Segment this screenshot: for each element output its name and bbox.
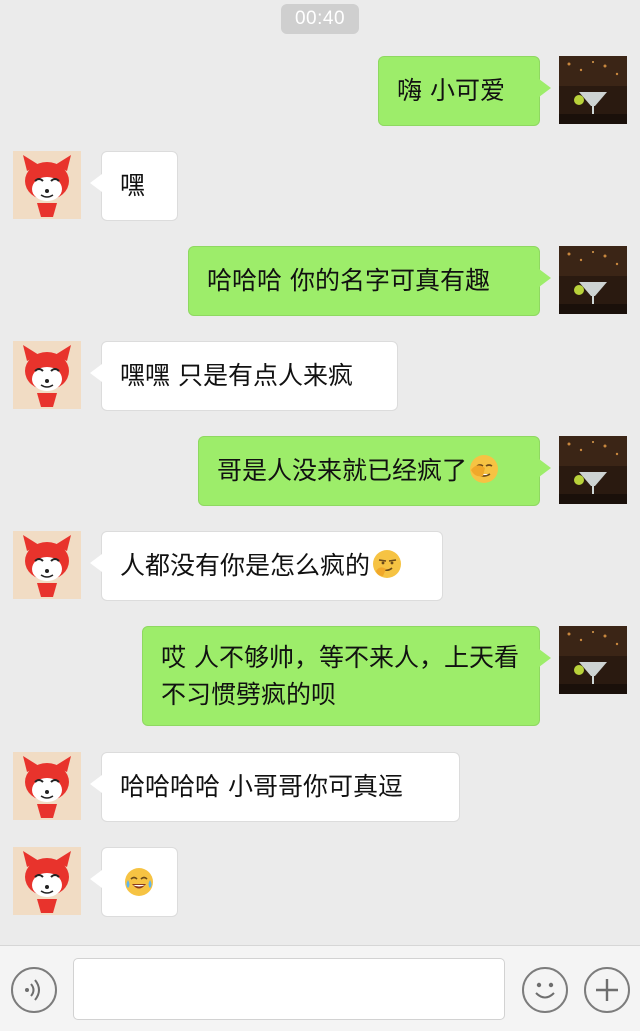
message-text: 嗨 小可爱	[397, 76, 505, 105]
message-bubble-outgoing[interactable]: 哥是人没来就已经疯了	[198, 436, 551, 506]
cocktail-avatar-image	[559, 626, 627, 694]
chat-input-bar	[0, 945, 640, 1031]
message-bubble-incoming[interactable]: 人都没有你是怎么疯的	[90, 531, 443, 601]
fox-avatar-image	[13, 531, 81, 599]
my-avatar[interactable]	[559, 56, 627, 124]
message-text: 哈哈哈 你的名字可真有趣	[207, 266, 490, 295]
contact-avatar[interactable]	[13, 531, 81, 599]
cocktail-avatar-image	[559, 56, 627, 124]
message-bubble-incoming[interactable]	[90, 847, 178, 917]
message-text: 哥是人没来就已经疯了	[217, 456, 468, 485]
message-input[interactable]	[73, 958, 505, 1020]
voice-button[interactable]	[11, 967, 57, 1013]
message-bubble-outgoing[interactable]: 哈哈哈 你的名字可真有趣	[188, 246, 551, 316]
message-text: 嘿嘿 只是有点人来疯	[120, 361, 353, 390]
emoji-icon	[535, 982, 555, 999]
facepalm-emoji-icon	[469, 454, 499, 484]
message-bubble-incoming[interactable]: 哈哈哈哈 小哥哥你可真逗	[90, 752, 460, 822]
smirk-emoji-icon	[372, 549, 402, 579]
cocktail-avatar-image	[559, 246, 627, 314]
tears-of-joy-emoji-icon	[124, 867, 154, 897]
contact-avatar[interactable]	[13, 752, 81, 820]
my-avatar[interactable]	[559, 246, 627, 314]
fox-avatar-image	[13, 752, 81, 820]
emoji-button[interactable]	[522, 967, 568, 1013]
message-bubble-incoming[interactable]: 嘿嘿 只是有点人来疯	[90, 341, 398, 411]
fox-avatar-image	[13, 151, 81, 219]
voice-icon	[25, 979, 40, 1001]
my-avatar[interactable]	[559, 436, 627, 504]
fox-avatar-image	[13, 847, 81, 915]
message-bubble-incoming[interactable]: 嘿	[90, 151, 178, 221]
message-text: 哈哈哈哈 小哥哥你可真逗	[120, 772, 403, 801]
contact-avatar[interactable]	[13, 341, 81, 409]
message-bubble-outgoing[interactable]: 哎 人不够帅，等不来人，上天看不习惯劈疯的呗	[142, 626, 551, 726]
timestamp: 00:40	[281, 4, 359, 34]
my-avatar[interactable]	[559, 626, 627, 694]
plus-icon	[596, 979, 618, 1001]
contact-avatar[interactable]	[13, 847, 81, 915]
cocktail-avatar-image	[559, 436, 627, 504]
message-text: 嘿	[120, 171, 146, 200]
more-button[interactable]	[584, 967, 630, 1013]
fox-avatar-image	[13, 341, 81, 409]
contact-avatar[interactable]	[13, 151, 81, 219]
message-text: 人都没有你是怎么疯的	[120, 551, 371, 580]
message-text: 哎 人不够帅，等不来人，上天看不习惯劈疯的呗	[161, 643, 519, 709]
message-bubble-outgoing[interactable]: 嗨 小可爱	[378, 56, 551, 126]
